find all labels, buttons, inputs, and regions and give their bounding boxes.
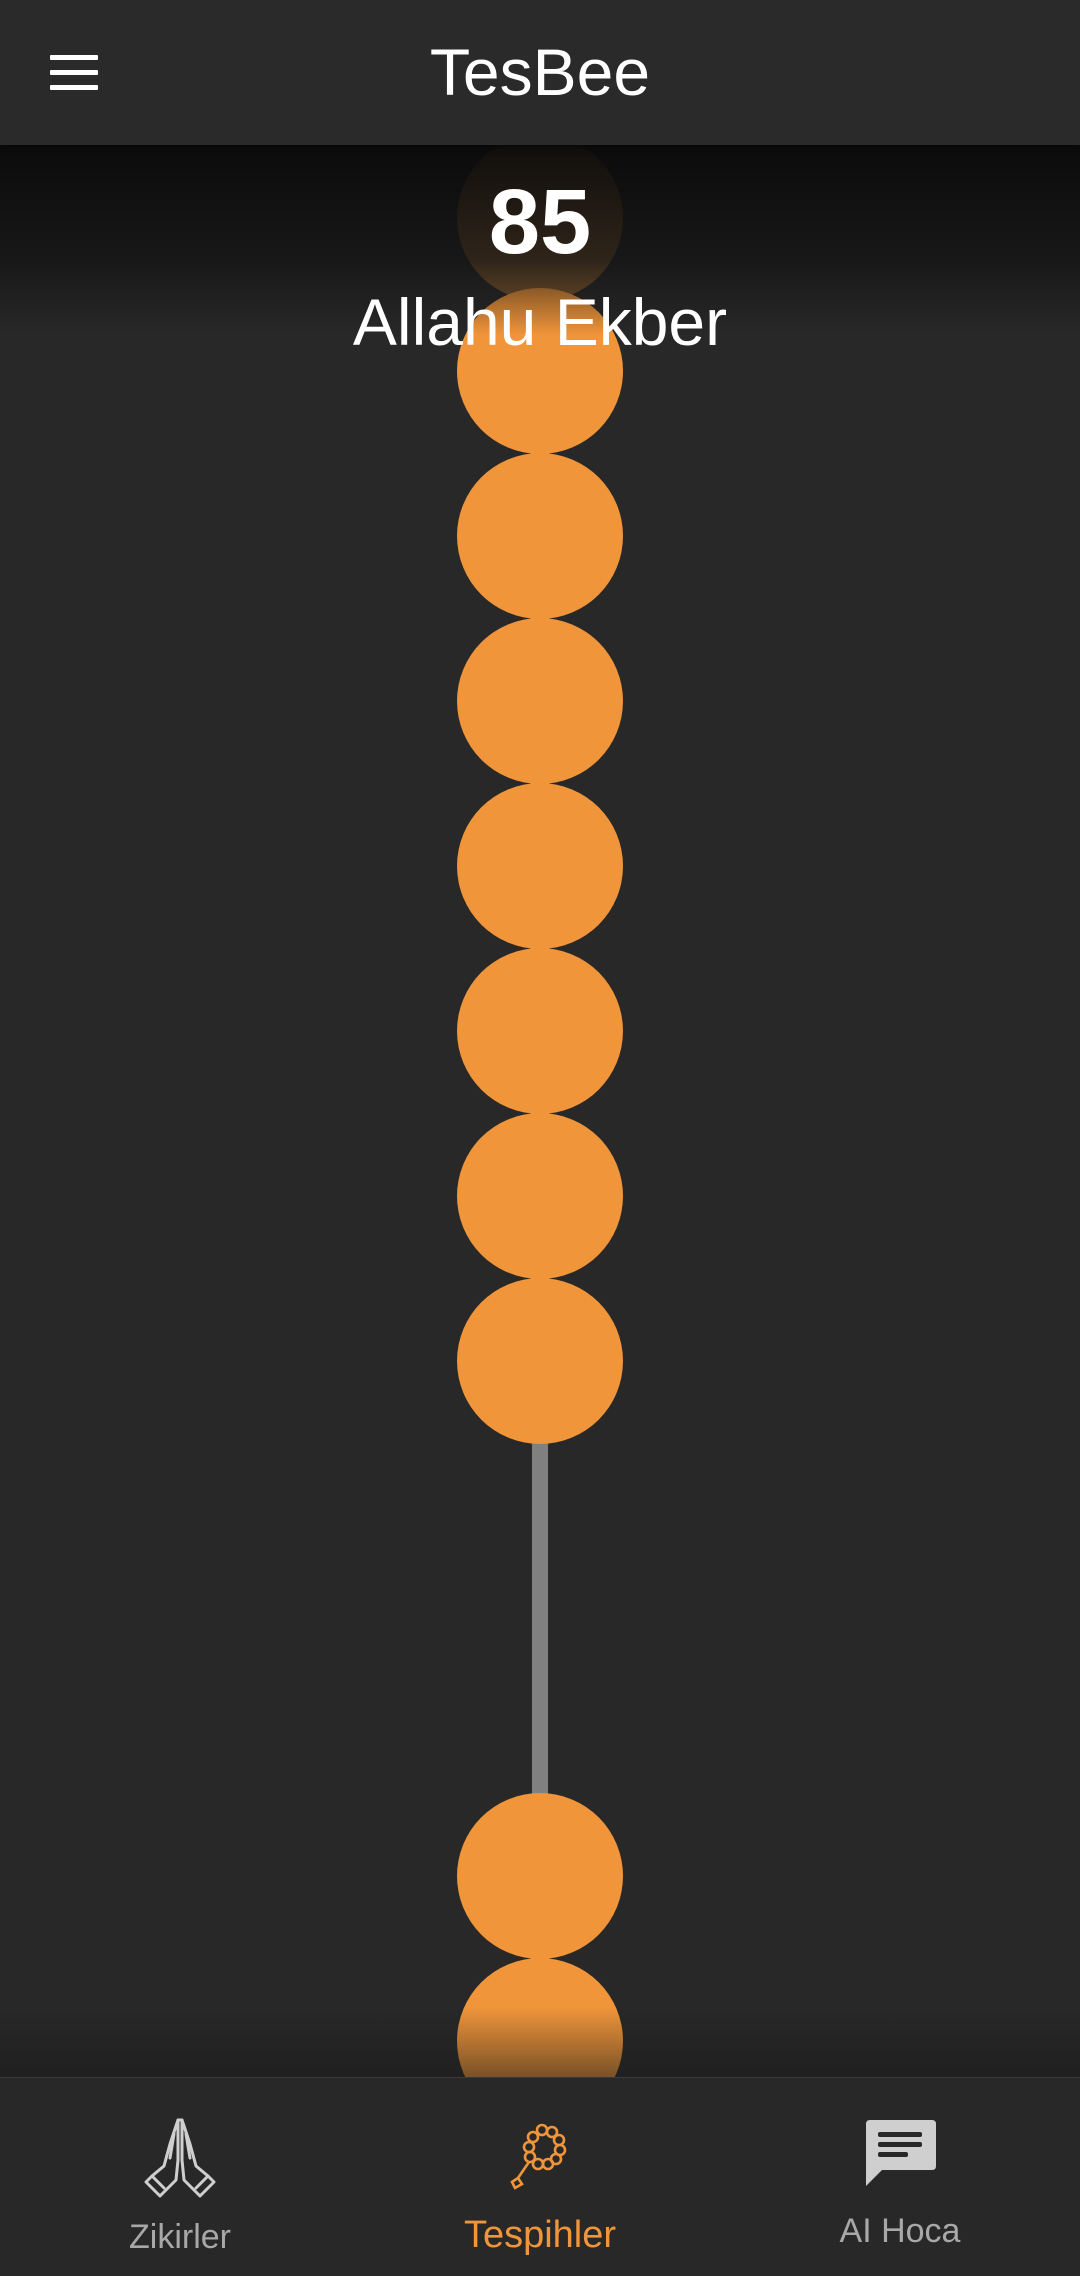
app-bar: TesBee	[0, 0, 1080, 145]
zikr-name: Allahu Ekber	[352, 285, 728, 359]
tesbih-area[interactable]: 85 Allahu Ekber	[0, 145, 1080, 2077]
app-screen: TesBee 85 Allahu Ekber Zikirler Tespihle…	[0, 0, 1080, 2276]
bead[interactable]	[457, 1278, 623, 1444]
bead[interactable]	[457, 1793, 623, 1959]
nav-item-tespihler[interactable]: Tespihler	[360, 2078, 720, 2276]
prayer-beads-icon	[510, 2123, 567, 2190]
bottom-navigation: Zikirler Tespihler AI Hoca	[0, 2077, 1080, 2276]
praying-hands-icon	[144, 2118, 216, 2198]
app-title: TesBee	[429, 35, 651, 109]
bead[interactable]	[457, 783, 623, 949]
bead[interactable]	[457, 1113, 623, 1279]
nav-label: Tespihler	[463, 2214, 617, 2256]
nav-label: AI Hoca	[839, 2212, 961, 2250]
chat-bubble-icon	[866, 2120, 936, 2186]
nav-item-zikirler[interactable]: Zikirler	[0, 2078, 360, 2276]
bead[interactable]	[457, 1958, 623, 2077]
bead[interactable]	[457, 618, 623, 784]
nav-item-ai-hoca[interactable]: AI Hoca	[720, 2078, 1080, 2276]
bead[interactable]	[457, 453, 623, 619]
zikr-counter: 85	[488, 171, 592, 273]
bead[interactable]	[457, 948, 623, 1114]
nav-label: Zikirler	[129, 2218, 231, 2256]
